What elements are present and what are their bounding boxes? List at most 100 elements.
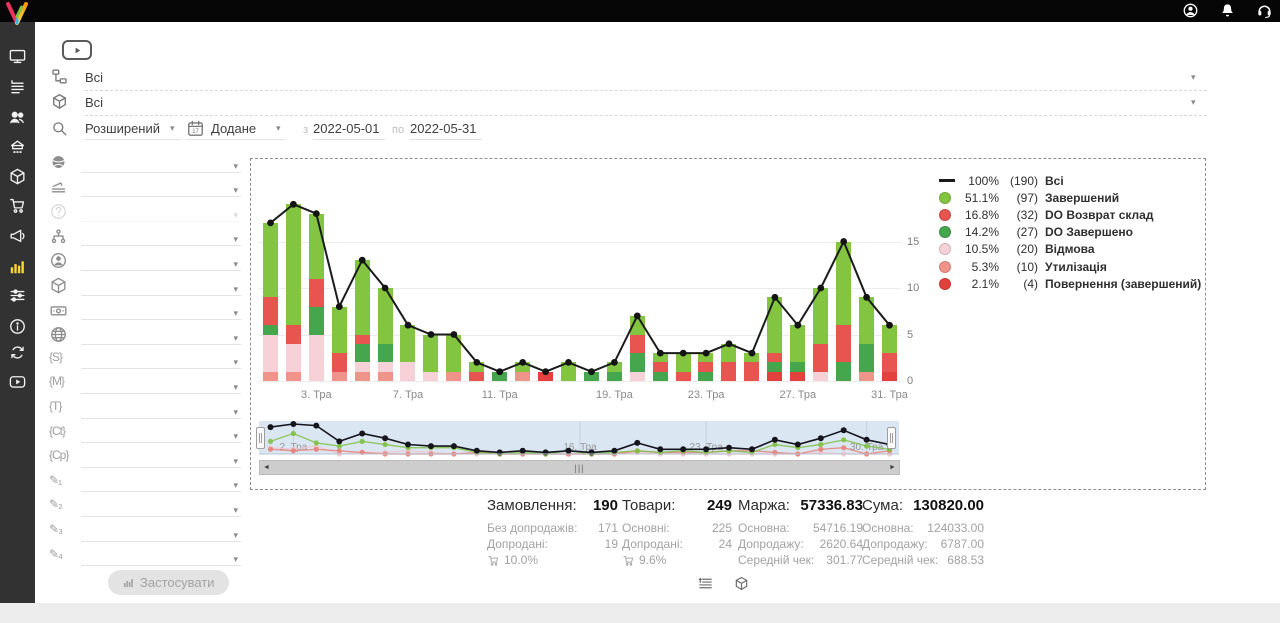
orders-list-view-button[interactable]: [697, 575, 714, 592]
search-mode-select[interactable]: Розширений: [85, 121, 160, 136]
filter-dropdown[interactable]: [81, 172, 241, 173]
product-filter-value[interactable]: Всі: [85, 95, 103, 110]
filter-dropdown[interactable]: [81, 491, 241, 492]
video-help-button[interactable]: [62, 40, 92, 60]
legend-item-zav[interactable]: 51.1% (97) Завершений: [939, 189, 1201, 206]
legend-item-total[interactable]: 100% (190) Всі: [939, 172, 1201, 189]
bar-day-22[interactable]: [676, 353, 691, 381]
account-icon[interactable]: [1182, 2, 1199, 19]
chevron-down-icon[interactable]: ▾: [276, 124, 281, 133]
chevron-down-icon[interactable]: ▾: [170, 124, 175, 133]
range-handle-left[interactable]: [256, 427, 265, 449]
date-from-input[interactable]: 2022-05-01: [313, 121, 385, 140]
sidebar-item-store[interactable]: [8, 138, 27, 157]
bar-day-26[interactable]: [767, 297, 782, 381]
filter-dropdown[interactable]: [81, 565, 241, 566]
bar-day-11[interactable]: [492, 372, 507, 381]
sidebar-item-video-tutorials[interactable]: [8, 372, 27, 391]
bar-segment-dzav: [836, 362, 851, 381]
chevron-down-icon[interactable]: ▾: [1191, 73, 1196, 82]
filter-dropdown[interactable]: [81, 196, 241, 197]
filter-dropdown[interactable]: [81, 516, 241, 517]
bar-day-10[interactable]: [469, 362, 484, 381]
bar-day-3[interactable]: [309, 214, 324, 381]
bar-day-30[interactable]: [859, 297, 874, 381]
sidebar-item-sync[interactable]: [8, 343, 27, 362]
stat-subrow: Допродані:19: [487, 536, 618, 552]
bar-segment-vid: [400, 362, 415, 381]
bar-day-21[interactable]: [653, 353, 668, 381]
date-to-input[interactable]: 2022-05-31: [410, 121, 482, 140]
chevron-down-icon[interactable]: ▾: [1191, 98, 1196, 107]
bar-day-17[interactable]: [584, 372, 599, 381]
filter-dropdown[interactable]: [81, 295, 241, 296]
filter-dropdown[interactable]: [81, 270, 241, 271]
bar-day-5[interactable]: [355, 260, 370, 381]
filter-dropdown[interactable]: [81, 418, 241, 419]
filter-dropdown[interactable]: [81, 467, 241, 468]
filter-dropdown[interactable]: [81, 221, 241, 222]
bar-day-7[interactable]: [400, 325, 415, 381]
support-icon[interactable]: [1256, 2, 1273, 19]
range-handle-right[interactable]: [887, 427, 896, 449]
filter-dropdown[interactable]: [81, 245, 241, 246]
sidebar-item-info[interactable]: [8, 317, 27, 336]
scroll-right-icon[interactable]: ►: [889, 464, 896, 471]
bar-segment-vid: [813, 372, 828, 381]
bar-day-12[interactable]: [515, 362, 530, 381]
bar-day-24[interactable]: [721, 344, 736, 381]
bar-day-1[interactable]: [263, 223, 278, 381]
sidebar-item-statistics[interactable]: [8, 257, 27, 276]
filter-dropdown[interactable]: [81, 393, 241, 394]
tag-ct-icon: {Ct}: [49, 424, 65, 443]
bar-day-6[interactable]: [378, 288, 393, 381]
sidebar-item-marketing[interactable]: [8, 226, 27, 245]
bar-segment-vozv: [836, 325, 851, 362]
legend-item-vid[interactable]: 10.5% (20) Відмова: [939, 241, 1201, 258]
bar-day-9[interactable]: [446, 335, 461, 381]
app-logo-icon[interactable]: [3, 0, 31, 28]
legend-item-uty[interactable]: 5.3% (10) Утилізація: [939, 258, 1201, 275]
bar-day-20[interactable]: [630, 316, 645, 381]
bar-day-27[interactable]: [790, 325, 805, 381]
sidebar-item-dashboard[interactable]: [8, 47, 27, 66]
filter-dropdown[interactable]: [81, 541, 241, 542]
bar-day-4[interactable]: [332, 307, 347, 381]
bar-day-29[interactable]: [836, 242, 851, 381]
bar-day-13[interactable]: [538, 372, 553, 381]
filter-dropdown[interactable]: [81, 319, 241, 320]
sidebar-item-products[interactable]: [8, 167, 27, 186]
bar-day-19[interactable]: [607, 362, 622, 381]
scroll-left-icon[interactable]: ◄: [263, 464, 270, 471]
date-field-select[interactable]: Додане: [211, 121, 256, 136]
bar-day-15[interactable]: [561, 362, 576, 381]
products-view-button[interactable]: [733, 575, 750, 592]
bar-day-25[interactable]: [744, 353, 759, 381]
sidebar-item-purchases[interactable]: [8, 196, 27, 215]
filter-dropdown[interactable]: [81, 344, 241, 345]
legend-item-vozv[interactable]: 16.8% (32) DO Возврат склад: [939, 206, 1201, 223]
stat-column-2: Маржа:57336.83Основна:54716.19Допродажу:…: [738, 497, 863, 568]
scroll-grip[interactable]: |||: [574, 463, 584, 473]
bar-segment-zav: [744, 353, 759, 362]
bar-day-23[interactable]: [698, 353, 713, 381]
apply-button[interactable]: Застосувати: [108, 570, 229, 595]
source-filter-value[interactable]: Всі: [85, 70, 103, 85]
range-selector[interactable]: 2. Тра 16. Тра 23. Тра 30. Тра: [259, 421, 899, 457]
bar-slot: [878, 159, 901, 381]
filter-dropdown[interactable]: [81, 442, 241, 443]
notifications-icon[interactable]: [1219, 2, 1236, 19]
sidebar-item-clients[interactable]: [8, 108, 27, 127]
chart-scrollbar[interactable]: ◄ ||| ►: [259, 460, 900, 475]
bar-day-28[interactable]: [813, 288, 828, 381]
bar-day-31[interactable]: [882, 325, 897, 381]
sidebar-item-settings[interactable]: [8, 286, 27, 305]
sidebar-item-orders[interactable]: [8, 78, 27, 97]
filter-dropdown[interactable]: [81, 368, 241, 369]
bar-segment-vid: [355, 362, 370, 371]
legend-item-pov[interactable]: 2.1% (4) Повернення (завершений): [939, 275, 1201, 292]
bar-segment-zav: [813, 288, 828, 344]
bar-day-8[interactable]: [423, 335, 438, 381]
legend-item-dzav[interactable]: 14.2% (27) DO Завершено: [939, 224, 1201, 241]
bar-day-2[interactable]: [286, 204, 301, 381]
